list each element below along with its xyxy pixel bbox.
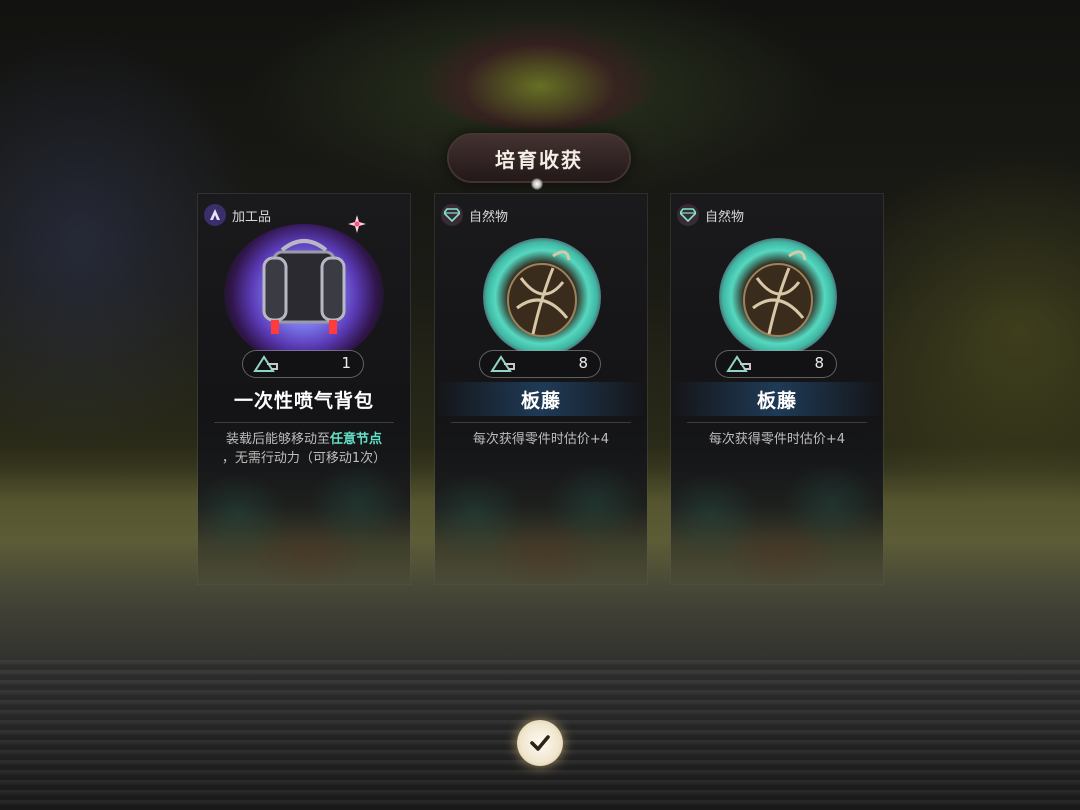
vine-icon	[507, 250, 577, 337]
reward-card-2[interactable]: 自然物 8 板藤 每次获得零件时估价+4	[435, 194, 647, 584]
item-art	[483, 238, 601, 356]
card-divider	[451, 422, 631, 423]
checkmark-icon	[530, 735, 550, 751]
card-category-label: 加工品	[232, 209, 272, 225]
card-divider	[214, 422, 394, 423]
quantity-badge: 8	[716, 351, 836, 377]
reward-card-3[interactable]: 自然物 8 板藤 每次获得零件时估价+4	[671, 194, 883, 584]
card-category: 自然物	[441, 204, 508, 226]
desc-text: 装载后能够移动至	[225, 432, 330, 447]
natural-gem-icon	[677, 204, 699, 226]
card-divider	[687, 422, 867, 423]
card-decoration	[198, 454, 410, 584]
background-tree	[420, 20, 660, 130]
item-name: 板藤	[756, 390, 797, 412]
item-description: 每次获得零件时估价+4	[708, 432, 846, 447]
reward-card-1[interactable]: 加工品 1 一次性喷气背包 装载后能够移动至任意节点 ，无需行动力（可移动1次）	[198, 194, 410, 584]
natural-gem-icon	[441, 204, 463, 226]
page-title: 培育收获	[449, 135, 629, 181]
desc-highlight: 任意节点	[330, 432, 383, 447]
item-art	[224, 224, 384, 364]
page-title-text: 培育收获	[495, 147, 583, 172]
card-category-label: 自然物	[705, 209, 745, 225]
quantity-value: 1	[341, 354, 351, 372]
desc-text-line2: ，无需行动力（可移动1次）	[221, 451, 387, 466]
card-category: 自然物	[677, 204, 744, 226]
vine-icon	[743, 250, 813, 337]
quantity-badge: 8	[480, 351, 600, 377]
processed-goods-icon	[204, 204, 226, 226]
item-description: 装载后能够移动至任意节点 ，无需行动力（可移动1次）	[210, 430, 398, 468]
parts-icon	[490, 355, 515, 372]
jetpack-icon	[262, 239, 346, 334]
item-name: 板藤	[520, 390, 561, 412]
quantity-value: 8	[578, 354, 588, 372]
card-category: 加工品	[204, 204, 271, 226]
item-description: 每次获得零件时估价+4	[472, 432, 610, 447]
card-decoration	[435, 454, 647, 584]
title-ornament	[531, 178, 543, 190]
card-decoration	[671, 454, 883, 584]
item-name: 一次性喷气背包	[233, 390, 374, 412]
parts-icon	[253, 355, 278, 372]
parts-icon	[726, 355, 751, 372]
card-category-label: 自然物	[469, 209, 509, 225]
confirm-button[interactable]	[517, 720, 563, 766]
quantity-badge: 1	[243, 351, 363, 377]
item-art	[719, 238, 837, 356]
quantity-value: 8	[814, 354, 824, 372]
